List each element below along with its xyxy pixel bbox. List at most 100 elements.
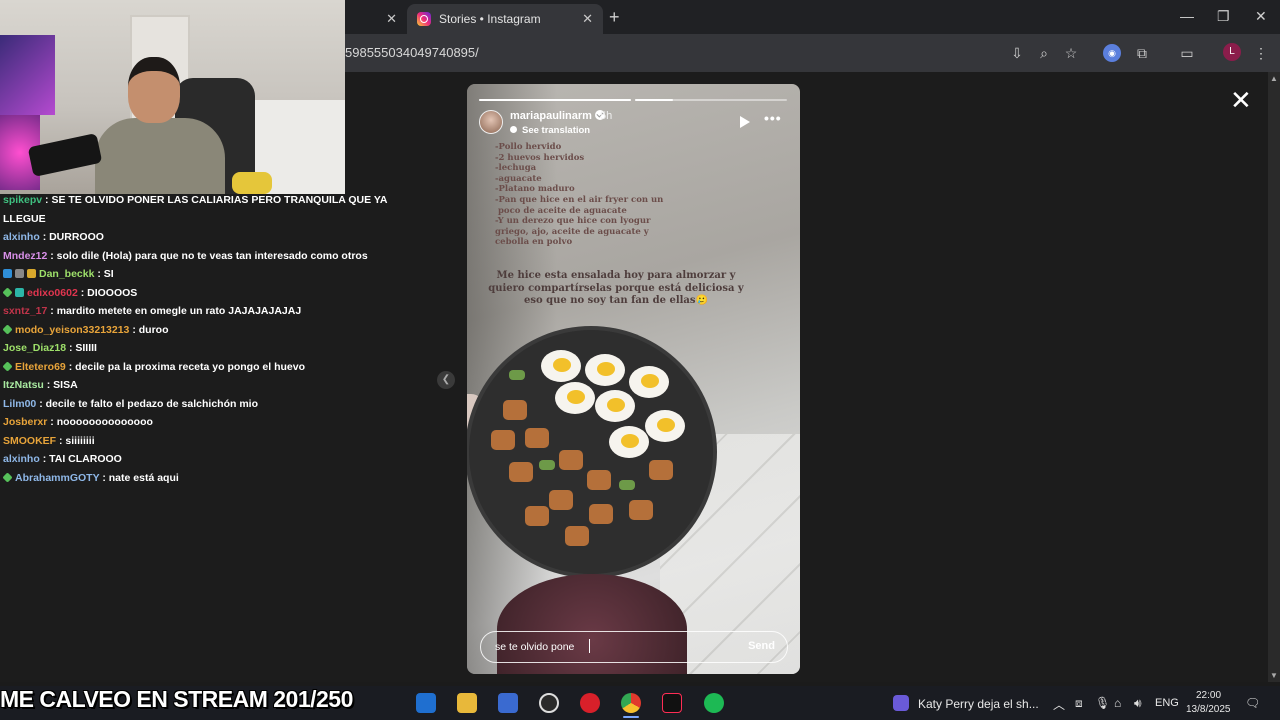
chat-username[interactable]: alxinho xyxy=(3,453,40,465)
tab-instagram-stories[interactable]: Stories • Instagram ✕ xyxy=(407,4,603,34)
chat-username[interactable]: sxntz_17 xyxy=(3,305,47,317)
chat-message: Dan_beckk : SI xyxy=(3,268,114,280)
install-app-icon[interactable]: ⇩ xyxy=(1008,44,1026,62)
chat-username[interactable]: ItzNatsu xyxy=(3,379,44,391)
chat-username[interactable]: Dan_beckk xyxy=(39,268,94,280)
story-username-text[interactable]: mariapaulinarm xyxy=(510,110,592,122)
chat-username[interactable]: spikepv xyxy=(3,194,42,206)
chat-username[interactable]: Mndez12 xyxy=(3,250,47,262)
ingredient-line: -Y un derezo que hice con lyogur xyxy=(495,216,651,227)
egg-slice xyxy=(555,382,595,414)
tiktok-icon[interactable] xyxy=(662,693,682,713)
chat-badge-icon xyxy=(2,286,13,298)
language-indicator[interactable]: ENG xyxy=(1155,697,1179,709)
chat-text: : mardito metete en omegle un rato JAJAJ… xyxy=(50,305,302,317)
lettuce xyxy=(509,370,525,380)
chat-username[interactable]: edixo0602 xyxy=(27,287,78,299)
scroll-up-icon[interactable]: ▲ xyxy=(1270,74,1278,83)
chat-message: modo_yeison33213213 : duroo xyxy=(2,323,168,336)
chat-text: : DIOOOOS xyxy=(80,286,138,299)
potato-chunk xyxy=(491,430,515,450)
new-tab-icon[interactable]: + xyxy=(609,7,620,28)
media-player-icon[interactable] xyxy=(893,695,909,711)
address-bar[interactable]: 598555034049740895/ xyxy=(345,40,965,66)
tab-close-icon[interactable]: ✕ xyxy=(386,11,397,27)
send-button[interactable]: Send xyxy=(748,640,775,652)
tab-previous[interactable]: ✕ xyxy=(345,4,407,34)
extensions-puzzle-icon[interactable]: ⧉ xyxy=(1133,44,1151,62)
potato-chunk xyxy=(525,506,549,526)
network-icon[interactable]: ⌂ xyxy=(1114,696,1121,710)
chat-badge-icon xyxy=(27,269,36,278)
bookmark-star-icon[interactable]: ☆ xyxy=(1062,44,1080,62)
chat-username[interactable]: Lilm00 xyxy=(3,398,36,410)
see-translation-link[interactable]: See translation xyxy=(510,125,590,136)
clock-time[interactable]: 22:00 xyxy=(1196,690,1221,701)
menu-kebab-icon[interactable]: ⋮ xyxy=(1252,44,1270,62)
microsoft-store-icon[interactable] xyxy=(498,693,518,713)
potato-chunk xyxy=(587,470,611,490)
page-scrollbar[interactable]: ▲ ▼ xyxy=(1268,72,1280,682)
obs-icon[interactable] xyxy=(539,693,559,713)
chat-text: : TAI CLAROOO xyxy=(42,453,122,465)
salad-bowl-image xyxy=(469,330,713,574)
clock-date[interactable]: 13/8/2025 xyxy=(1186,704,1231,715)
chat-username[interactable]: Josberxr xyxy=(3,416,47,428)
chat-username[interactable]: Jose_Diaz18 xyxy=(3,342,66,354)
file-explorer-icon[interactable] xyxy=(457,693,477,713)
spotify-icon[interactable] xyxy=(704,693,724,713)
chrome-icon[interactable] xyxy=(621,693,641,718)
stream-goal-banner: ME CALVEO EN STREAM 201/250 xyxy=(0,686,353,712)
lettuce xyxy=(619,480,635,490)
opera-icon[interactable] xyxy=(580,693,600,713)
notifications-icon[interactable]: 🗨︎ xyxy=(1245,696,1260,710)
media-title[interactable]: Katy Perry deja el sh... xyxy=(918,697,1039,711)
story-progress-segment xyxy=(479,99,631,101)
story-user-avatar[interactable] xyxy=(479,110,503,134)
previous-story-button[interactable]: ❮ xyxy=(437,371,455,389)
tray-app-icon[interactable]: ⧈ xyxy=(1075,696,1083,711)
maximize-icon[interactable]: ❐ xyxy=(1217,8,1230,25)
ingredient-line: -Platano maduro xyxy=(495,184,575,195)
chat-message: Lilm00 : decile te falto el pedazo de sa… xyxy=(3,398,258,410)
outlook-icon[interactable] xyxy=(416,693,436,713)
webcam-streamer-head xyxy=(128,57,180,123)
chat-badge-icon xyxy=(15,269,24,278)
chat-text: : DURROOO xyxy=(42,231,104,243)
story-viewer: mariapaulinarm 5h See translation ••• -P… xyxy=(467,84,800,674)
chat-text: : decile pa la proxima receta yo pongo e… xyxy=(68,360,306,373)
reply-input-text[interactable]: se te olvido pone xyxy=(495,641,574,653)
ingredient-line: -Pollo hervido xyxy=(495,142,562,152)
volume-icon[interactable]: 🔊︎ xyxy=(1134,696,1142,711)
play-icon[interactable] xyxy=(740,116,750,128)
see-translation-label[interactable]: See translation xyxy=(522,125,590,136)
chat-username[interactable]: SMOOKEF xyxy=(3,435,56,447)
extension-icon[interactable]: ◉ xyxy=(1103,44,1121,62)
potato-chunk xyxy=(549,490,573,510)
chat-message: edixo0602 : DIOOOOS xyxy=(2,286,138,299)
more-options-icon[interactable]: ••• xyxy=(764,110,782,126)
zoom-icon[interactable]: ⌕ xyxy=(1035,44,1053,62)
show-hidden-icons-chevron-icon[interactable]: ︿ xyxy=(1053,696,1065,713)
chat-username[interactable]: alxinho xyxy=(3,231,40,243)
potato-chunk xyxy=(629,500,653,520)
chat-text: : noooooooooooooo xyxy=(50,416,153,428)
chat-username[interactable]: AbrahammGOTY xyxy=(15,472,99,484)
microphone-icon[interactable]: 🎙︎ xyxy=(1095,696,1110,710)
potato-chunk xyxy=(503,400,527,420)
ingredient-line: -aguacate xyxy=(495,173,542,184)
side-panel-icon[interactable]: ▭ xyxy=(1178,44,1196,62)
window-close-icon[interactable]: ✕ xyxy=(1255,8,1267,25)
webcam-monitor xyxy=(0,35,55,115)
chat-username[interactable]: modo_yeison33213213 xyxy=(15,324,129,336)
chat-text: : SE TE OLVIDO PONER LAS CALIARIAS PERO … xyxy=(45,194,388,206)
profile-avatar[interactable]: L xyxy=(1223,43,1241,61)
minimize-icon[interactable]: — xyxy=(1180,8,1194,24)
chat-username[interactable]: Eltetero69 xyxy=(15,361,66,373)
scroll-down-icon[interactable]: ▼ xyxy=(1270,671,1278,680)
story-username[interactable]: mariapaulinarm xyxy=(510,110,605,122)
close-story-icon[interactable]: ✕ xyxy=(1230,87,1252,113)
tab-close-icon[interactable]: ✕ xyxy=(582,11,593,27)
chat-badge-icon xyxy=(2,323,13,335)
story-reply-input[interactable]: se te olvido pone Send xyxy=(480,631,788,663)
